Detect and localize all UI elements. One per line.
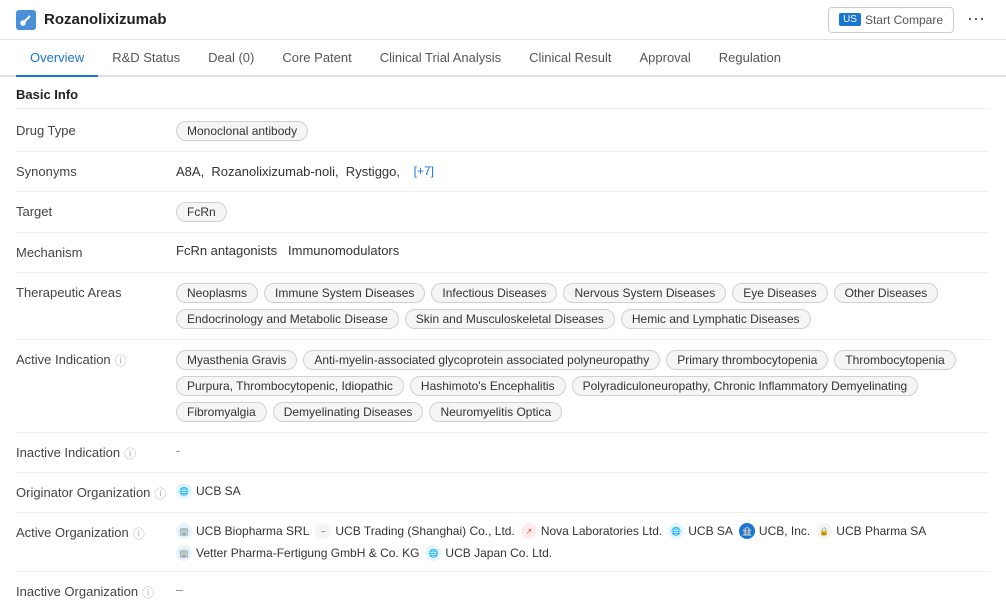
inactive-indication-text: - — [176, 443, 180, 458]
ta-hemic[interactable]: Hemic and Lymphatic Diseases — [621, 309, 811, 329]
active-indication-help-icon[interactable]: ⓘ — [115, 352, 127, 369]
ind-primary-thrombo[interactable]: Primary thrombocytopenia — [666, 350, 828, 370]
inactive-indication-value: - — [176, 443, 990, 458]
ucb-japan-icon: 🌐 — [425, 545, 441, 561]
ucb-globe-icon: 🌐 — [176, 483, 192, 499]
ind-neuromyelitis[interactable]: Neuromyelitis Optica — [429, 402, 562, 422]
nova-labs-icon: ↗ — [521, 523, 537, 539]
org-nova-labs[interactable]: ↗ Nova Laboratories Ltd. — [521, 523, 662, 539]
originator-help-icon[interactable]: ⓘ — [154, 485, 166, 502]
compare-us-badge: US — [839, 13, 861, 26]
inactive-indication-label: Inactive Indication ⓘ — [16, 443, 176, 462]
mechanism-text: FcRn antagonists Immunomodulators — [176, 243, 399, 258]
ta-eye[interactable]: Eye Diseases — [732, 283, 827, 303]
drug-type-value: Monoclonal antibody — [176, 121, 990, 141]
ta-endocrinology[interactable]: Endocrinology and Metabolic Disease — [176, 309, 399, 329]
ind-demyelinating[interactable]: Demyelinating Diseases — [273, 402, 424, 422]
inactive-indication-help-icon[interactable]: ⓘ — [124, 445, 136, 462]
ta-other[interactable]: Other Diseases — [834, 283, 939, 303]
drug-type-label: Drug Type — [16, 121, 176, 138]
target-label: Target — [16, 202, 176, 219]
drug-name: Rozanolixizumab — [44, 11, 828, 28]
ind-purpura[interactable]: Purpura, Thrombocytopenic, Idiopathic — [176, 376, 404, 396]
ta-skin[interactable]: Skin and Musculoskeletal Diseases — [405, 309, 615, 329]
mechanism-value: FcRn antagonists Immunomodulators — [176, 243, 990, 258]
tab-regulation[interactable]: Regulation — [705, 40, 795, 77]
active-org-label: Active Organization ⓘ — [16, 523, 176, 542]
therapeutic-areas-label: Therapeutic Areas — [16, 283, 176, 300]
synonyms-more[interactable]: [+7] — [410, 162, 438, 180]
org-ucb-sa-originator[interactable]: 🌐 UCB SA — [176, 483, 241, 499]
tab-deal[interactable]: Deal (0) — [194, 40, 268, 77]
inactive-org-help-icon[interactable]: ⓘ — [142, 584, 154, 601]
org-ucb-inc[interactable]: 🏦 UCB, Inc. — [739, 523, 810, 539]
ucb-biopharma-icon: 🏢 — [176, 523, 192, 539]
active-org-value: 🏢 UCB Biopharma SRL – UCB Trading (Shang… — [176, 523, 990, 561]
mechanism-row: Mechanism FcRn antagonists Immunomodulat… — [16, 233, 990, 273]
ind-antimyelin[interactable]: Anti-myelin-associated glycoprotein asso… — [303, 350, 660, 370]
synonyms-text: A8A, Rozanolixizumab-noli, Rystiggo, — [176, 164, 404, 179]
org-ucb-biopharma[interactable]: 🏢 UCB Biopharma SRL — [176, 523, 309, 539]
ind-myasthenia[interactable]: Myasthenia Gravis — [176, 350, 297, 370]
header-actions: US Start Compare ⋯ — [828, 6, 990, 34]
tab-clinical-trial[interactable]: Clinical Trial Analysis — [366, 40, 515, 77]
synonyms-label: Synonyms — [16, 162, 176, 179]
drug-icon — [16, 10, 36, 30]
tab-clinical-result[interactable]: Clinical Result — [515, 40, 625, 77]
start-compare-button[interactable]: US Start Compare — [828, 7, 954, 33]
org-ucb-japan[interactable]: 🌐 UCB Japan Co. Ltd. — [425, 545, 552, 561]
ucb-sa-icon: 🌐 — [668, 523, 684, 539]
active-org-row: Active Organization ⓘ 🏢 UCB Biopharma SR… — [16, 513, 990, 572]
org-ucb-pharma-sa[interactable]: 🔒 UCB Pharma SA — [816, 523, 926, 539]
tab-approval[interactable]: Approval — [625, 40, 704, 77]
drug-type-row: Drug Type Monoclonal antibody — [16, 111, 990, 152]
active-indication-row: Active Indication ⓘ Myasthenia Gravis An… — [16, 340, 990, 433]
target-tag[interactable]: FcRn — [176, 202, 227, 222]
inactive-org-label: Inactive Organization ⓘ — [16, 582, 176, 601]
active-indication-label: Active Indication ⓘ — [16, 350, 176, 369]
inactive-org-text: – — [176, 582, 183, 597]
target-value: FcRn — [176, 202, 990, 222]
ucb-inc-icon: 🏦 — [739, 523, 755, 539]
org-ucb-trading[interactable]: – UCB Trading (Shanghai) Co., Ltd. — [315, 523, 514, 539]
ta-infectious[interactable]: Infectious Diseases — [431, 283, 557, 303]
inactive-indication-row: Inactive Indication ⓘ - — [16, 433, 990, 473]
active-indication-value: Myasthenia Gravis Anti-myelin-associated… — [176, 350, 990, 422]
originator-org-label: Originator Organization ⓘ — [16, 483, 176, 502]
originator-org-row: Originator Organization ⓘ 🌐 UCB SA — [16, 473, 990, 513]
therapeutic-areas-row: Therapeutic Areas Neoplasms Immune Syste… — [16, 273, 990, 340]
ta-neoplasms[interactable]: Neoplasms — [176, 283, 258, 303]
app-header: Rozanolixizumab US Start Compare ⋯ — [0, 0, 1006, 40]
vetter-icon: 🏢 — [176, 545, 192, 561]
active-org-help-icon[interactable]: ⓘ — [133, 525, 145, 542]
inactive-org-row: Inactive Organization ⓘ – — [16, 572, 990, 611]
target-row: Target FcRn — [16, 192, 990, 233]
inactive-org-value: – — [176, 582, 990, 597]
ind-thrombocytopenia[interactable]: Thrombocytopenia — [834, 350, 955, 370]
synonyms-row: Synonyms A8A, Rozanolixizumab-noli, Ryst… — [16, 152, 990, 192]
compare-label: Start Compare — [865, 13, 943, 27]
nav-tabs: Overview R&D Status Deal (0) Core Patent… — [0, 40, 1006, 77]
tab-core-patent[interactable]: Core Patent — [268, 40, 365, 77]
ta-immune[interactable]: Immune System Diseases — [264, 283, 425, 303]
ta-nervous[interactable]: Nervous System Diseases — [563, 283, 726, 303]
originator-org-value: 🌐 UCB SA — [176, 483, 990, 499]
drug-type-tag[interactable]: Monoclonal antibody — [176, 121, 308, 141]
tab-rd-status[interactable]: R&D Status — [98, 40, 194, 77]
org-vetter-pharma[interactable]: 🏢 Vetter Pharma-Fertigung GmbH & Co. KG — [176, 545, 419, 561]
ucb-trading-icon: – — [315, 523, 331, 539]
ind-hashimoto[interactable]: Hashimoto's Encephalitis — [410, 376, 566, 396]
ind-fibromyalgia[interactable]: Fibromyalgia — [176, 402, 267, 422]
ucb-pharma-icon: 🔒 — [816, 523, 832, 539]
basic-info-header: Basic Info — [16, 77, 990, 109]
more-options-button[interactable]: ⋯ — [962, 6, 990, 34]
therapeutic-areas-value: Neoplasms Immune System Diseases Infecti… — [176, 283, 990, 329]
org-ucb-sa[interactable]: 🌐 UCB SA — [668, 523, 733, 539]
tab-overview[interactable]: Overview — [16, 40, 98, 77]
mechanism-label: Mechanism — [16, 243, 176, 260]
synonyms-value: A8A, Rozanolixizumab-noli, Rystiggo, [+7… — [176, 162, 990, 180]
ind-polyradiculoneuropathy[interactable]: Polyradiculoneuropathy, Chronic Inflamma… — [572, 376, 919, 396]
main-content: Basic Info Drug Type Monoclonal antibody… — [0, 77, 1006, 611]
